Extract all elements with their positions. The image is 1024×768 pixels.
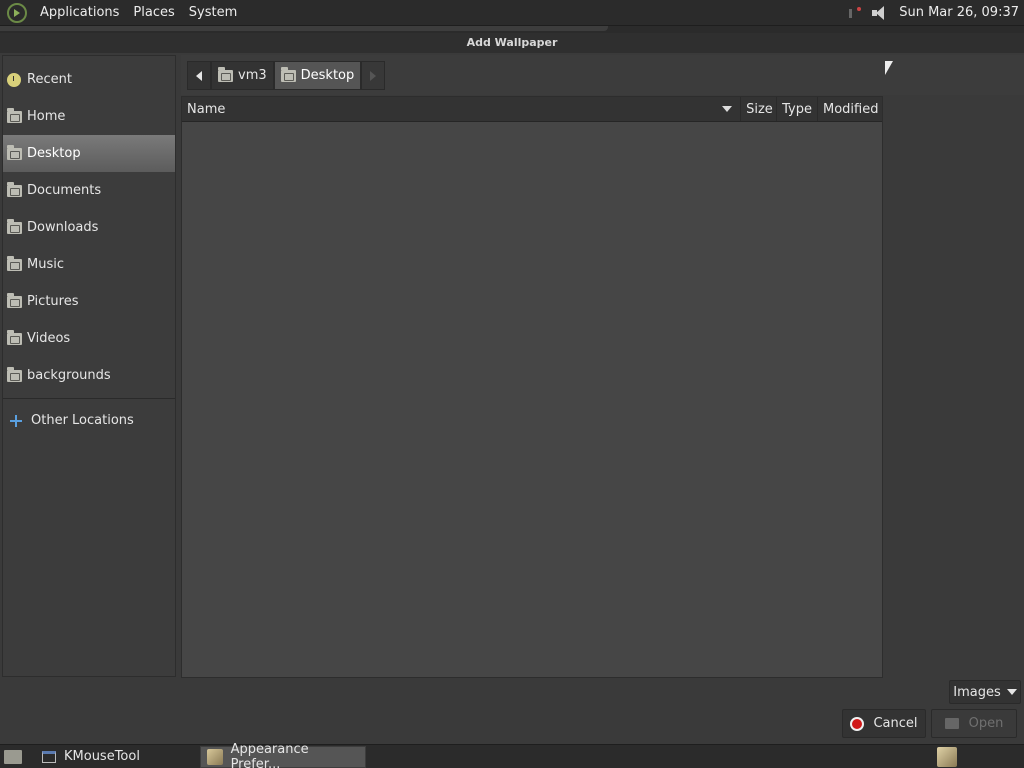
background-window-edge: [0, 26, 1024, 33]
path-segment-label: Desktop: [300, 68, 355, 83]
sidebar-item-recent[interactable]: Recent: [3, 61, 175, 98]
column-header-label: Name: [187, 101, 226, 117]
open-button[interactable]: Open: [931, 709, 1017, 738]
sidebar-item-label: Videos: [27, 331, 71, 346]
sidebar-item-music[interactable]: Music: [3, 246, 175, 283]
path-segment-vm3[interactable]: vm3: [211, 61, 274, 90]
folder-icon: [7, 366, 22, 382]
file-type-filter[interactable]: Images: [949, 680, 1021, 704]
sidebar-item-videos[interactable]: Videos: [3, 320, 175, 357]
sidebar-item-pictures[interactable]: Pictures: [3, 283, 175, 320]
sidebar-divider: [3, 398, 175, 399]
desktop-folder-icon: [280, 66, 296, 82]
home-folder-icon: [218, 66, 233, 82]
menu-applications[interactable]: Applications: [33, 5, 126, 20]
filter-selected-label: Images: [953, 684, 1001, 700]
taskbar-item-label: Appearance Prefer...: [230, 741, 309, 768]
sidebar-item-home[interactable]: Home: [3, 98, 175, 135]
appearance-tray-icon[interactable]: [937, 747, 957, 767]
places-sidebar: Recent Home Desktop Documents Downloads …: [2, 55, 176, 677]
show-desktop-icon[interactable]: [4, 749, 22, 764]
sidebar-item-documents[interactable]: Documents: [3, 172, 175, 209]
sidebar-item-label: Desktop: [27, 146, 81, 161]
videos-folder-icon: [7, 329, 22, 345]
menu-places[interactable]: Places: [126, 5, 181, 20]
pictures-folder-icon: [7, 292, 22, 308]
taskbar-item-kmousetool[interactable]: KMouseTool: [36, 746, 196, 768]
taskbar-item-appearance[interactable]: Appearance Prefer...: [200, 742, 366, 768]
sort-descending-icon: [722, 106, 733, 112]
network-icon[interactable]: [847, 6, 863, 20]
open-label: Open: [968, 716, 1004, 731]
column-header-name[interactable]: Name: [182, 97, 742, 121]
column-header-type[interactable]: Type: [777, 97, 818, 121]
sidebar-item-label: Documents: [27, 183, 102, 198]
top-panel: Applications Places System Sun Mar 26, 0…: [0, 0, 1024, 26]
window-icon: [42, 750, 56, 763]
mouse-cursor-icon: [885, 61, 893, 75]
sidebar-item-other-locations[interactable]: Other Locations: [3, 402, 175, 439]
system-tray: Sun Mar 26, 09:37: [847, 4, 1024, 22]
preview-area: [883, 96, 1024, 678]
sidebar-item-label: Home: [27, 109, 66, 124]
recent-icon: [7, 72, 21, 87]
volume-icon[interactable]: [871, 4, 891, 22]
menu-system[interactable]: System: [182, 5, 244, 20]
sidebar-item-label: Recent: [27, 72, 72, 87]
open-folder-icon: [944, 718, 959, 729]
sidebar-item-label: Music: [27, 257, 64, 272]
appearance-app-icon: [207, 748, 223, 765]
plus-icon: [10, 414, 22, 427]
chevron-left-icon: [196, 70, 202, 81]
path-forward-button[interactable]: [361, 61, 386, 90]
pathbar-area: vm3 Desktop: [181, 55, 1024, 95]
sidebar-item-downloads[interactable]: Downloads: [3, 209, 175, 246]
home-folder-icon: [7, 107, 22, 123]
sidebar-item-label: Pictures: [27, 294, 79, 309]
clock[interactable]: Sun Mar 26, 09:37: [899, 5, 1019, 20]
desktop-folder-icon: [7, 144, 22, 160]
file-list-header: Name Size Type Modified: [182, 97, 882, 122]
path-segment-label: vm3: [238, 68, 267, 83]
cancel-label: Cancel: [873, 716, 918, 731]
sidebar-item-backgrounds[interactable]: backgrounds: [3, 357, 175, 394]
distro-logo-icon[interactable]: [7, 2, 27, 23]
path-back-button[interactable]: [187, 61, 211, 90]
path-segment-desktop[interactable]: Desktop: [273, 61, 362, 90]
taskbar-item-label: KMouseTool: [64, 749, 140, 764]
sidebar-item-label: Downloads: [27, 220, 99, 235]
column-header-size[interactable]: Size: [741, 97, 778, 121]
cancel-button[interactable]: Cancel: [842, 709, 926, 738]
sidebar-item-label: Other Locations: [31, 413, 134, 428]
sidebar-item-label: backgrounds: [27, 368, 111, 383]
documents-folder-icon: [7, 181, 22, 197]
music-folder-icon: [7, 255, 22, 271]
chevron-right-icon: [370, 70, 377, 81]
dialog-title: Add Wallpaper: [0, 33, 1024, 53]
downloads-folder-icon: [7, 218, 22, 234]
sidebar-item-desktop[interactable]: Desktop: [3, 135, 175, 172]
cancel-icon: [850, 716, 865, 731]
chevron-down-icon: [1006, 689, 1017, 695]
breadcrumb: vm3 Desktop: [187, 61, 386, 90]
column-header-modified[interactable]: Modified: [818, 97, 882, 121]
file-list[interactable]: Name Size Type Modified: [181, 96, 883, 678]
bottom-taskbar: KMouseTool Appearance Prefer...: [0, 742, 1024, 768]
